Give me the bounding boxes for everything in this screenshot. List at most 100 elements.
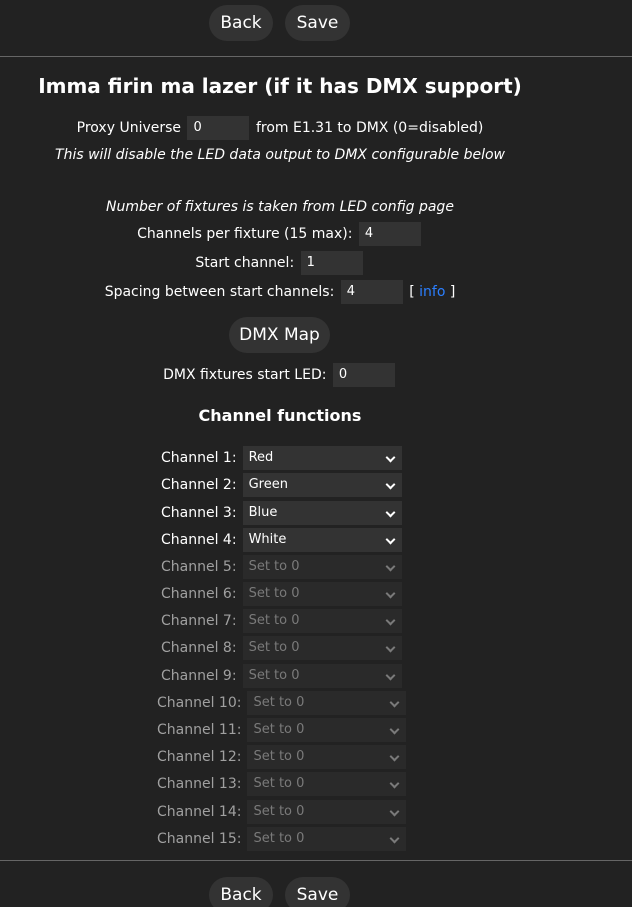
channel-select-14: Set to 0 (247, 800, 407, 824)
channel-row-3: Channel 3: Blue (161, 501, 402, 525)
chevron-down-icon (390, 697, 400, 708)
channel-select-7: Set to 0 (242, 609, 402, 633)
channel-select-value: Set to 0 (253, 749, 305, 764)
channel-select-value: Set to 0 (253, 722, 305, 737)
channel-select-value: Set to 0 (248, 668, 300, 683)
fixtures-note: Number of fixtures is taken from LED con… (106, 199, 454, 215)
channel-row-1: Channel 1: Red (161, 446, 402, 470)
chevron-down-icon (385, 507, 396, 518)
channel-row-10: Channel 10: Set to 0 (157, 691, 407, 715)
dmx-map-button[interactable]: DMX Map (229, 317, 330, 353)
channel-select-3[interactable]: Blue (242, 501, 402, 525)
channel-row-15: Channel 15: Set to 0 (157, 827, 407, 851)
channel-select-value: Set to 0 (248, 613, 300, 628)
spacing-label: Spacing between start channels: (104, 284, 335, 300)
channel-select-value: Set to 0 (253, 776, 305, 791)
channel-label: Channel 1: (161, 450, 237, 466)
channel-select-15: Set to 0 (247, 827, 407, 851)
channel-label: Channel 10: (157, 695, 242, 711)
channel-row-11: Channel 11: Set to 0 (157, 718, 407, 742)
channel-row-14: Channel 14: Set to 0 (157, 800, 407, 824)
channel-label: Channel 4: (161, 532, 237, 548)
channel-select-12: Set to 0 (247, 745, 407, 769)
channel-label: Channel 3: (161, 505, 237, 521)
proxy-universe-note: This will disable the LED data output to… (55, 147, 505, 163)
channel-label: Channel 9: (161, 668, 237, 684)
info-close-bracket: ] (449, 284, 456, 300)
chevron-down-icon (385, 534, 396, 545)
chevron-down-icon (390, 751, 400, 762)
channel-select-2[interactable]: Green (242, 473, 402, 497)
chevron-down-icon (385, 642, 396, 653)
chevron-down-icon (385, 588, 396, 599)
chevron-down-icon (385, 670, 396, 681)
start-channel-row: Start channel: 1 (0, 251, 560, 275)
channel-select-value: Set to 0 (253, 804, 305, 819)
channels-per-fixture-row: Channels per fixture (15 max): 4 (0, 222, 560, 246)
info-link[interactable]: info (419, 284, 445, 300)
chevron-down-icon (385, 615, 396, 626)
bottom-divider (0, 860, 632, 861)
proxy-universe-row: Proxy Universe 0 from E1.31 to DMX (0=di… (0, 116, 560, 140)
channel-select-value: Set to 0 (253, 695, 305, 710)
chevron-down-icon (390, 833, 400, 844)
top-divider (0, 56, 632, 57)
channel-label: Channel 8: (161, 640, 237, 656)
channel-select-value: Set to 0 (248, 586, 300, 601)
start-led-input[interactable]: 0 (332, 363, 395, 387)
channel-label: Channel 11: (157, 722, 242, 738)
chevron-down-icon (385, 479, 396, 490)
channel-label: Channel 12: (157, 749, 242, 765)
channel-select-value: Set to 0 (248, 559, 300, 574)
spacing-row: Spacing between start channels: 4 [ info… (0, 280, 560, 304)
page-title: Imma firin ma lazer (if it has DMX suppo… (38, 74, 522, 98)
proxy-universe-input[interactable]: 0 (187, 116, 250, 140)
channel-label: Channel 14: (157, 804, 242, 820)
channel-select-value: Set to 0 (248, 640, 300, 655)
channel-row-9: Channel 9: Set to 0 (161, 664, 402, 688)
save-button-bottom[interactable]: Save (285, 877, 350, 907)
channel-select-8: Set to 0 (242, 636, 402, 660)
back-button-bottom[interactable]: Back (209, 877, 273, 907)
channel-select-6: Set to 0 (242, 582, 402, 606)
channel-select-value: Green (248, 477, 288, 492)
channel-select-9: Set to 0 (242, 664, 402, 688)
proxy-universe-suffix: from E1.31 to DMX (0=disabled) (255, 120, 484, 136)
channels-per-fixture-input[interactable]: 4 (358, 222, 421, 246)
channel-row-5: Channel 5: Set to 0 (161, 555, 402, 579)
channel-select-value: Set to 0 (253, 831, 305, 846)
spacing-input[interactable]: 4 (340, 280, 403, 304)
chevron-down-icon (390, 806, 400, 817)
channel-select-1[interactable]: Red (242, 446, 402, 470)
save-button[interactable]: Save (285, 5, 350, 41)
channel-label: Channel 2: (161, 477, 237, 493)
channel-select-5: Set to 0 (242, 555, 402, 579)
channel-label: Channel 15: (157, 831, 242, 847)
proxy-universe-label: Proxy Universe (76, 120, 182, 136)
channel-row-7: Channel 7: Set to 0 (161, 609, 402, 633)
start-channel-input[interactable]: 1 (300, 251, 363, 275)
chevron-down-icon (390, 778, 400, 789)
back-button[interactable]: Back (209, 5, 273, 41)
channel-label: Channel 5: (161, 559, 237, 575)
dmx-settings-page: Back Save Imma firin ma lazer (if it has… (0, 0, 632, 907)
channel-row-8: Channel 8: Set to 0 (161, 636, 402, 660)
channel-select-value: Red (248, 450, 274, 465)
channels-per-fixture-label: Channels per fixture (15 max): (137, 226, 353, 242)
channel-label: Channel 7: (161, 613, 237, 629)
start-led-row: DMX fixtures start LED: 0 (0, 363, 560, 387)
start-led-label: DMX fixtures start LED: (163, 367, 327, 383)
chevron-down-icon (385, 561, 396, 572)
chevron-down-icon (390, 724, 400, 735)
channel-select-11: Set to 0 (247, 718, 407, 742)
channel-select-10: Set to 0 (247, 691, 407, 715)
channel-select-13: Set to 0 (247, 772, 407, 796)
channel-select-4[interactable]: White (242, 528, 402, 552)
channel-row-2: Channel 2: Green (161, 473, 402, 497)
channel-row-13: Channel 13: Set to 0 (157, 772, 407, 796)
channel-row-12: Channel 12: Set to 0 (157, 745, 407, 769)
channel-label: Channel 6: (161, 586, 237, 602)
start-channel-label: Start channel: (195, 255, 295, 271)
chevron-down-icon (385, 452, 396, 463)
channel-label: Channel 13: (157, 776, 242, 792)
